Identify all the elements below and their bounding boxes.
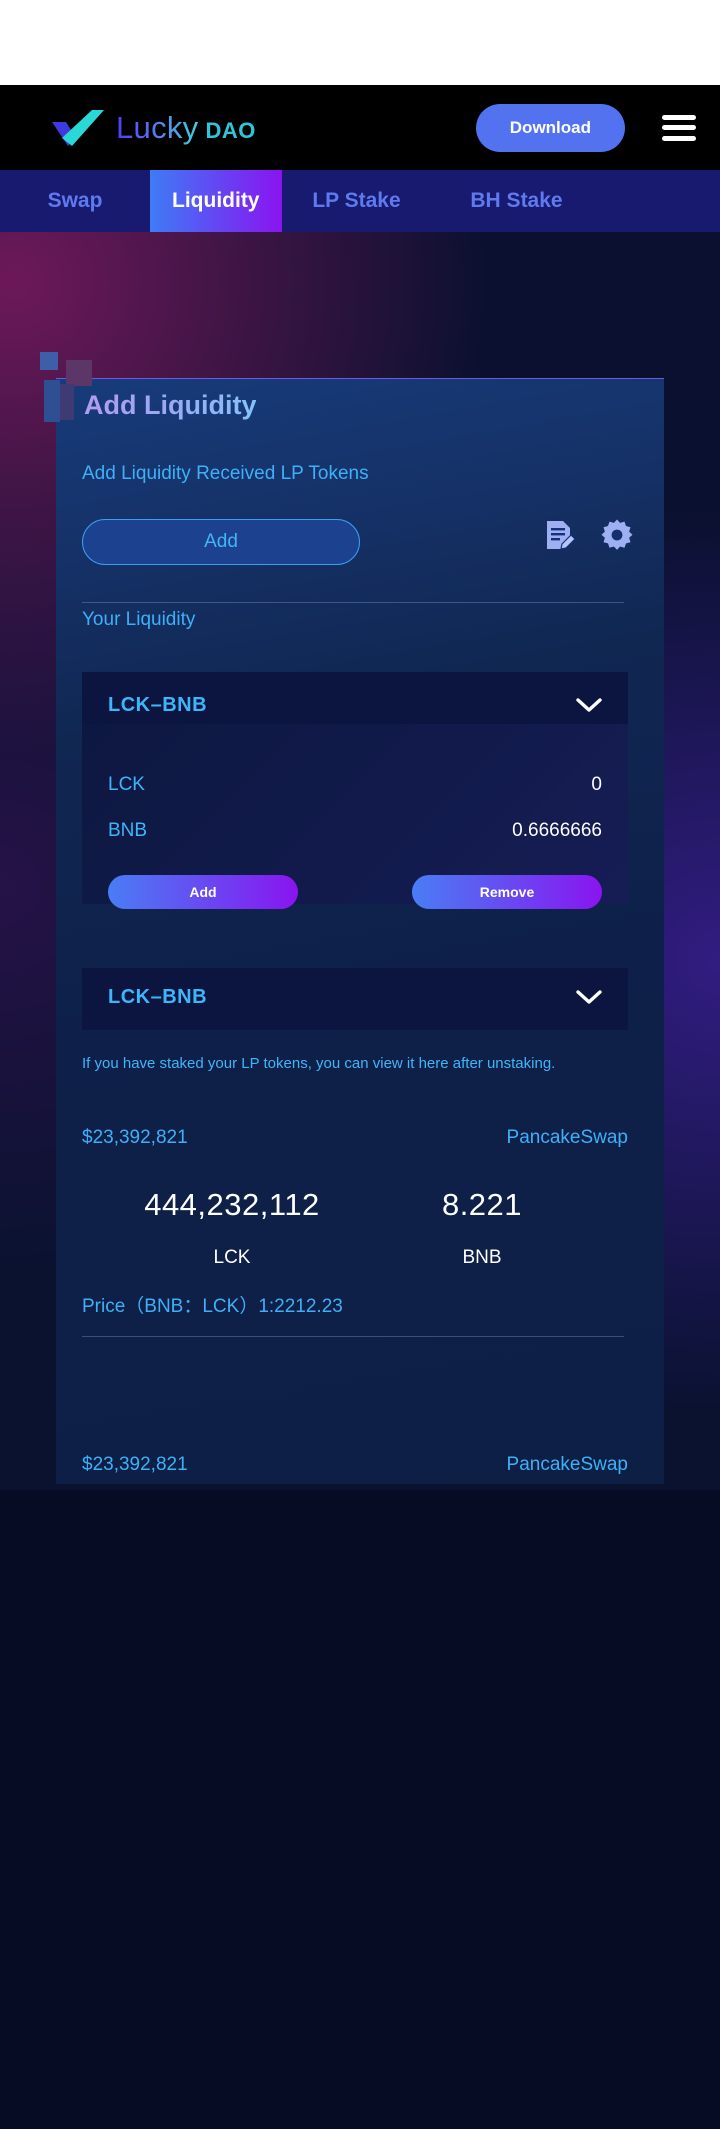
divider-top [82, 602, 624, 603]
site-footer: Lucky DAO Languages 2022 Lucky Dao · Ter… [0, 1490, 720, 2129]
decor-square-2 [66, 360, 92, 386]
pool-base: 444,232,112 LCK [82, 1187, 382, 1269]
chevron-down-icon[interactable] [576, 698, 602, 713]
position-add-button[interactable]: Add [108, 875, 298, 909]
site-header: Lucky DAO Download [0, 85, 720, 170]
app-root: Lucky DAO Download Swap Liquidity LP Sta… [0, 0, 720, 2129]
tab-lp-stake[interactable]: LP Stake [282, 170, 432, 232]
position-remove-button[interactable]: Remove [412, 875, 602, 909]
tab-swap[interactable]: Swap [0, 170, 150, 232]
burger-line-3 [662, 135, 696, 141]
pool-quote-amount: 8.221 [441, 1187, 523, 1222]
top-white-strip [0, 0, 720, 85]
tab-bh-stake[interactable]: BH Stake [432, 170, 602, 232]
divider-between-pools [82, 1336, 624, 1337]
position-actions: Add Remove [82, 875, 628, 909]
brand-wordmark: Lucky DAO [116, 110, 256, 146]
page-title: Add Liquidity [84, 390, 257, 420]
pool-amounts: 444,232,112 LCK 8.221 BNB [82, 1187, 628, 1269]
pool-header: $23,392,821 PancakeSwap [82, 1454, 628, 1476]
burger-line-1 [662, 114, 696, 120]
pool-base-symbol: LCK [213, 1247, 251, 1268]
decor-square-4 [60, 384, 74, 420]
brand-dao-text: DAO [205, 117, 256, 143]
main-tab-bar: Swap Liquidity LP Stake BH Stake [0, 170, 720, 232]
tab-liquidity[interactable]: Liquidity [150, 170, 282, 232]
pool-dex-link[interactable]: PancakeSwap [507, 1454, 628, 1476]
pool-quote: 8.221 BNB [382, 1187, 582, 1269]
pool-usd-value: $23,392,821 [82, 1127, 188, 1148]
pool-base-amount: 444,232,112 [144, 1187, 320, 1222]
panel-actions [542, 518, 634, 552]
gear-icon[interactable] [600, 518, 634, 552]
chevron-down-icon[interactable] [576, 990, 602, 1005]
pool-header: $23,392,821 PancakeSwap [82, 1127, 628, 1149]
brand-logo[interactable]: Lucky DAO [50, 108, 256, 148]
pool-dex-link[interactable]: PancakeSwap [507, 1127, 628, 1149]
lucky-check-icon [50, 108, 106, 148]
pool-price: Price（BNB：LCK）1:2212.23 [82, 1296, 343, 1317]
position-row-bnb: BNB 0.6666666 [82, 808, 628, 854]
pool-usd-value: $23,392,821 [82, 1454, 188, 1475]
liquidity-position-card-2[interactable]: LCK–BNB [82, 968, 628, 1030]
token-symbol: LCK [108, 774, 145, 795]
add-liquidity-subtitle: Add Liquidity Received LP Tokens [82, 463, 369, 484]
position-row-lck: LCK 0 [82, 762, 628, 808]
burger-line-2 [662, 125, 696, 130]
add-liquidity-button[interactable]: Add [82, 519, 360, 565]
token-symbol: BNB [108, 820, 148, 841]
token-amount: 0.6666666 [512, 820, 602, 841]
position-header[interactable]: LCK–BNB [82, 968, 628, 1009]
token-amount: 0 [591, 774, 602, 795]
staked-lp-hint: If you have staked your LP tokens, you c… [82, 1055, 556, 1072]
your-liquidity-label: Your Liquidity [82, 609, 196, 630]
hamburger-menu-icon[interactable] [662, 114, 696, 141]
pool-quote-symbol: BNB [462, 1247, 502, 1268]
decor-square-1 [40, 352, 58, 370]
pair-label: LCK–BNB [108, 694, 208, 716]
position-header[interactable]: LCK–BNB [82, 672, 628, 717]
download-button[interactable]: Download [475, 103, 625, 152]
decor-square-3 [44, 380, 60, 422]
pool-stats-1: $23,392,821 PancakeSwap 444,232,112 LCK … [82, 1127, 628, 1318]
pair-label: LCK–BNB [108, 986, 208, 1008]
brand-lucky-text: Lucky [116, 109, 199, 145]
note-edit-icon[interactable] [542, 518, 576, 552]
